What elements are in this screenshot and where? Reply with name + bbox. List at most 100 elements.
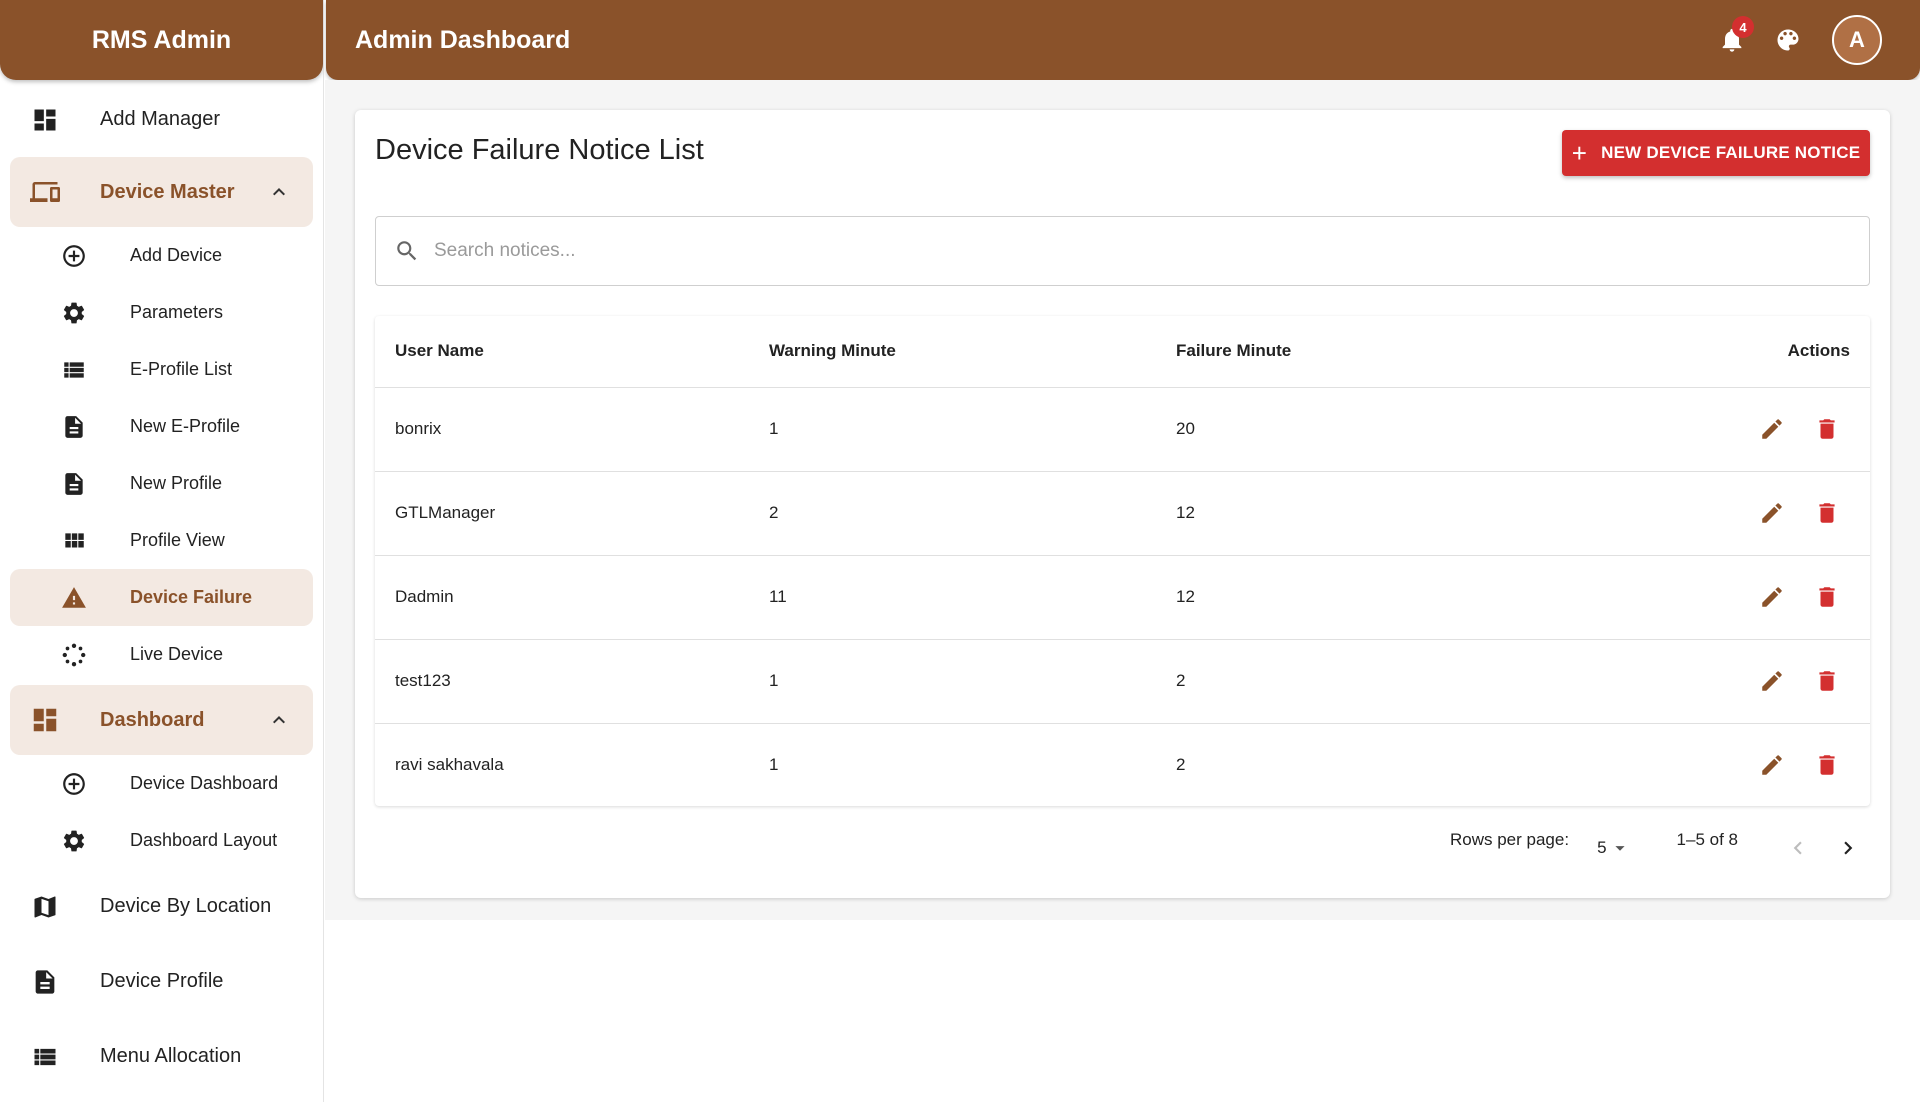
edit-button[interactable] bbox=[1757, 750, 1787, 780]
grid-icon bbox=[60, 527, 88, 555]
sidebar-group-label: Dashboard bbox=[100, 708, 205, 731]
card-title: Device Failure Notice List bbox=[375, 134, 704, 166]
column-header-failure-minute[interactable]: Failure Minute bbox=[1156, 316, 1626, 388]
pencil-icon bbox=[1762, 503, 1783, 523]
sidebar-nav: Add Manager Device Master Add Device Par… bbox=[0, 80, 323, 1094]
page-title: Admin Dashboard bbox=[355, 25, 571, 54]
theme-button[interactable] bbox=[1768, 20, 1808, 60]
sidebar-item-profile-view[interactable]: Profile View bbox=[10, 512, 313, 569]
sidebar-item-label: Add Manager bbox=[100, 108, 221, 130]
sidebar-item-add-manager[interactable]: Add Manager bbox=[0, 82, 323, 157]
map-icon bbox=[30, 892, 60, 922]
table-row: test123 1 2 bbox=[375, 639, 1870, 724]
trash-icon bbox=[1819, 587, 1835, 607]
gear-icon bbox=[60, 827, 88, 855]
edit-button[interactable] bbox=[1757, 666, 1787, 696]
previous-page-button[interactable] bbox=[1778, 828, 1818, 868]
pencil-icon bbox=[1762, 419, 1783, 439]
cell-user-name: ravi sakhavala bbox=[395, 755, 504, 775]
trash-icon bbox=[1819, 671, 1835, 691]
table-row: bonrix 1 20 bbox=[375, 387, 1870, 472]
document-icon bbox=[60, 413, 88, 441]
list-icon bbox=[60, 356, 88, 384]
sidebar-group-dashboard[interactable]: Dashboard bbox=[10, 685, 313, 755]
sidebar-item-e-profile-list[interactable]: E-Profile List bbox=[10, 341, 313, 398]
sidebar-item-label: Profile View bbox=[130, 530, 225, 550]
delete-button[interactable] bbox=[1812, 750, 1842, 780]
brand-logo: RMS Admin bbox=[0, 0, 323, 80]
chevron-up-icon bbox=[267, 708, 291, 732]
table-row: GTLManager 2 12 bbox=[375, 471, 1870, 556]
sidebar-item-label: Device By Location bbox=[100, 895, 272, 917]
table-pagination: Rows per page: 5 1–5 of 8 bbox=[375, 810, 1870, 870]
chevron-right-icon bbox=[1844, 841, 1853, 855]
rows-per-page-label: Rows per page: bbox=[1450, 830, 1570, 849]
sidebar-group-device-master[interactable]: Device Master bbox=[10, 157, 313, 227]
trash-icon bbox=[1819, 419, 1835, 439]
document-icon bbox=[60, 470, 88, 498]
sidebar-item-live-device[interactable]: Live Device bbox=[10, 626, 313, 683]
sidebar-group-label: Device Master bbox=[100, 180, 235, 203]
rows-per-page-value: 5 bbox=[1597, 838, 1607, 857]
devices-icon bbox=[30, 177, 60, 207]
column-header-actions: Actions bbox=[1626, 316, 1870, 388]
edit-button[interactable] bbox=[1757, 498, 1787, 528]
cell-failure-minute: 12 bbox=[1156, 555, 1626, 640]
cell-actions bbox=[1626, 723, 1870, 806]
sidebar-item-menu-allocation[interactable]: Menu Allocation bbox=[0, 1019, 323, 1094]
sidebar-item-new-profile[interactable]: New Profile bbox=[10, 455, 313, 512]
new-device-failure-notice-button[interactable]: + NEW DEVICE FAILURE NOTICE bbox=[1562, 130, 1870, 176]
column-header-user-name[interactable]: User Name bbox=[375, 316, 749, 388]
sidebar-item-label: Device Failure bbox=[130, 587, 253, 607]
cell-actions bbox=[1626, 555, 1870, 640]
warning-icon bbox=[60, 584, 88, 612]
document-icon bbox=[30, 967, 60, 997]
dashboard-icon bbox=[30, 105, 60, 135]
cell-warning-minute: 11 bbox=[749, 555, 1156, 640]
palette-icon bbox=[1777, 29, 1799, 51]
dropdown-arrow-icon bbox=[1614, 846, 1625, 851]
sidebar-item-dashboard-layout[interactable]: Dashboard Layout bbox=[10, 812, 313, 869]
trash-icon bbox=[1819, 503, 1835, 523]
cell-warning-minute: 1 bbox=[749, 387, 1156, 472]
sidebar-item-label: Add Device bbox=[130, 245, 223, 265]
table-row: Dadmin 11 12 bbox=[375, 555, 1870, 640]
chevron-left-icon bbox=[1793, 841, 1802, 855]
sidebar-item-label: Device Dashboard bbox=[130, 773, 279, 793]
next-page-button[interactable] bbox=[1828, 828, 1868, 868]
search-icon bbox=[397, 241, 417, 261]
notifications-button[interactable]: 4 bbox=[1712, 16, 1754, 60]
delete-button[interactable] bbox=[1812, 414, 1842, 444]
cell-warning-minute: 2 bbox=[749, 471, 1156, 556]
sidebar-item-parameters[interactable]: Parameters bbox=[10, 284, 313, 341]
sidebar-item-add-device[interactable]: Add Device bbox=[10, 227, 313, 284]
spinner-icon bbox=[60, 641, 88, 669]
sidebar-item-device-dashboard[interactable]: Device Dashboard bbox=[10, 755, 313, 812]
search-input[interactable] bbox=[434, 240, 1834, 262]
sidebar-item-label: Dashboard Layout bbox=[130, 830, 278, 850]
sidebar-item-label: New Profile bbox=[130, 473, 223, 493]
app-header: Admin Dashboard 4 A bbox=[326, 0, 1920, 80]
rows-per-page-select[interactable]: 5 bbox=[1597, 837, 1630, 859]
avatar[interactable]: A bbox=[1832, 15, 1882, 65]
sidebar-item-device-profile[interactable]: Device Profile bbox=[0, 944, 323, 1019]
trash-icon bbox=[1819, 755, 1835, 775]
sidebar-item-device-failure[interactable]: Device Failure bbox=[10, 569, 313, 626]
add-circle-icon bbox=[60, 242, 88, 270]
delete-button[interactable] bbox=[1812, 498, 1842, 528]
sidebar-item-label: Device Profile bbox=[100, 970, 224, 992]
cell-actions bbox=[1626, 471, 1870, 556]
sidebar-item-device-by-location[interactable]: Device By Location bbox=[0, 869, 323, 944]
sidebar-item-label: E-Profile List bbox=[130, 359, 233, 379]
column-header-warning-minute[interactable]: Warning Minute bbox=[749, 316, 1156, 388]
edit-button[interactable] bbox=[1757, 414, 1787, 444]
edit-button[interactable] bbox=[1757, 582, 1787, 612]
delete-button[interactable] bbox=[1812, 582, 1842, 612]
sidebar-item-new-e-profile[interactable]: New E-Profile bbox=[10, 398, 313, 455]
notification-badge: 4 bbox=[1732, 16, 1754, 38]
cell-actions bbox=[1626, 639, 1870, 724]
cell-failure-minute: 2 bbox=[1176, 755, 1186, 775]
delete-button[interactable] bbox=[1812, 666, 1842, 696]
sidebar-item-label: Menu Allocation bbox=[100, 1045, 242, 1067]
sidebar: RMS Admin Add Manager Device Master Add … bbox=[0, 0, 324, 1102]
